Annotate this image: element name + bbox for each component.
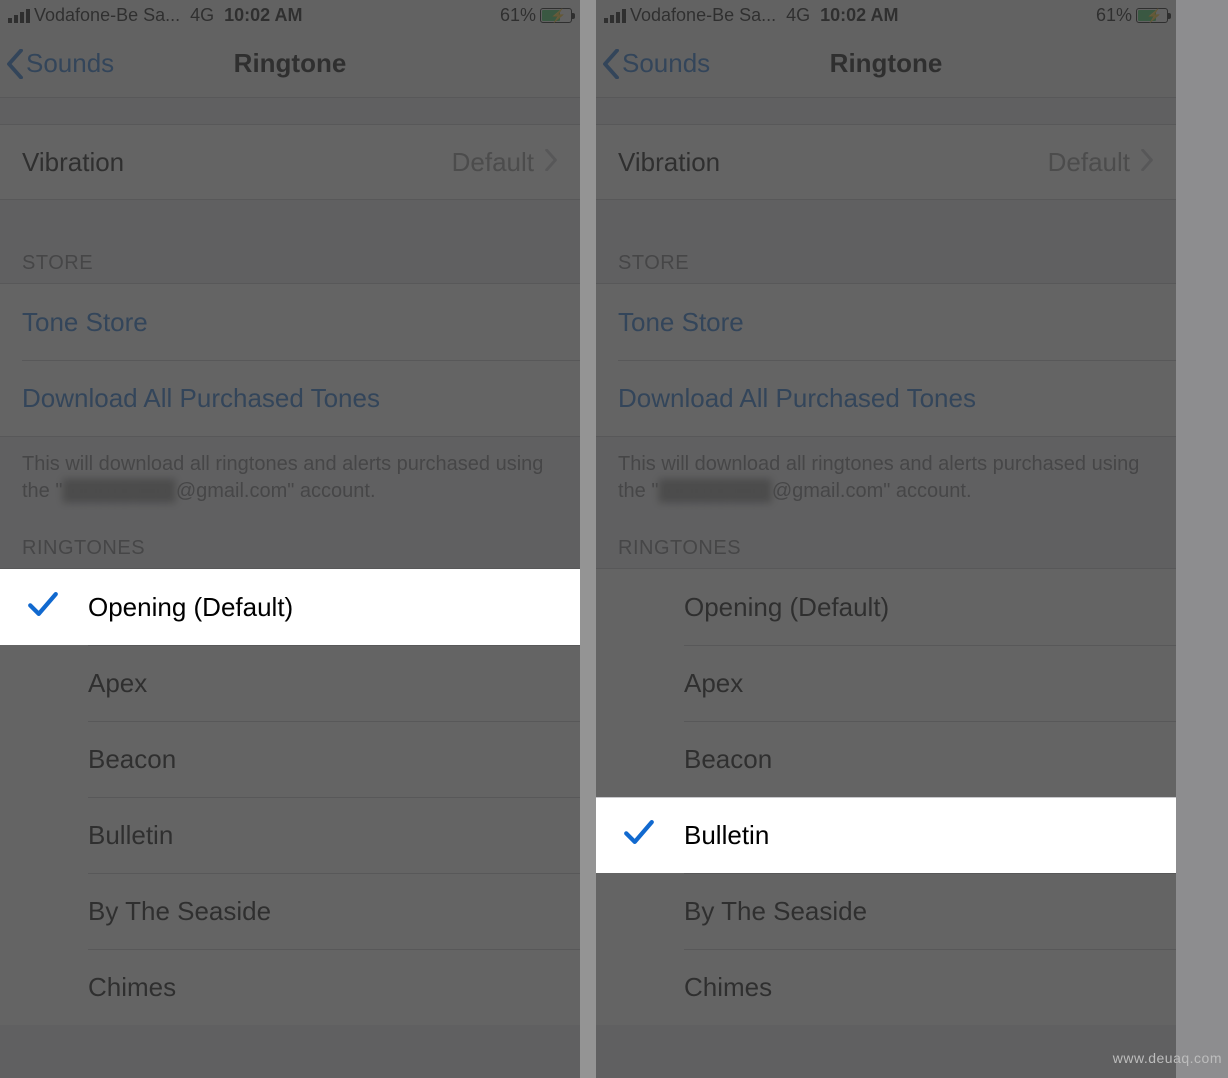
watermark: www.deuaq.com [1113, 1050, 1222, 1066]
ringtone-row-bulletin[interactable]: Bulletin [596, 797, 1176, 873]
ringtone-label: Opening (Default) [88, 592, 293, 623]
checkmark-icon [622, 815, 656, 856]
trailing-edge [1176, 0, 1228, 1078]
ringtone-label: Bulletin [684, 820, 769, 851]
ringtone-row-opening[interactable]: Opening (Default) [0, 569, 580, 645]
checkmark-icon [26, 587, 60, 628]
